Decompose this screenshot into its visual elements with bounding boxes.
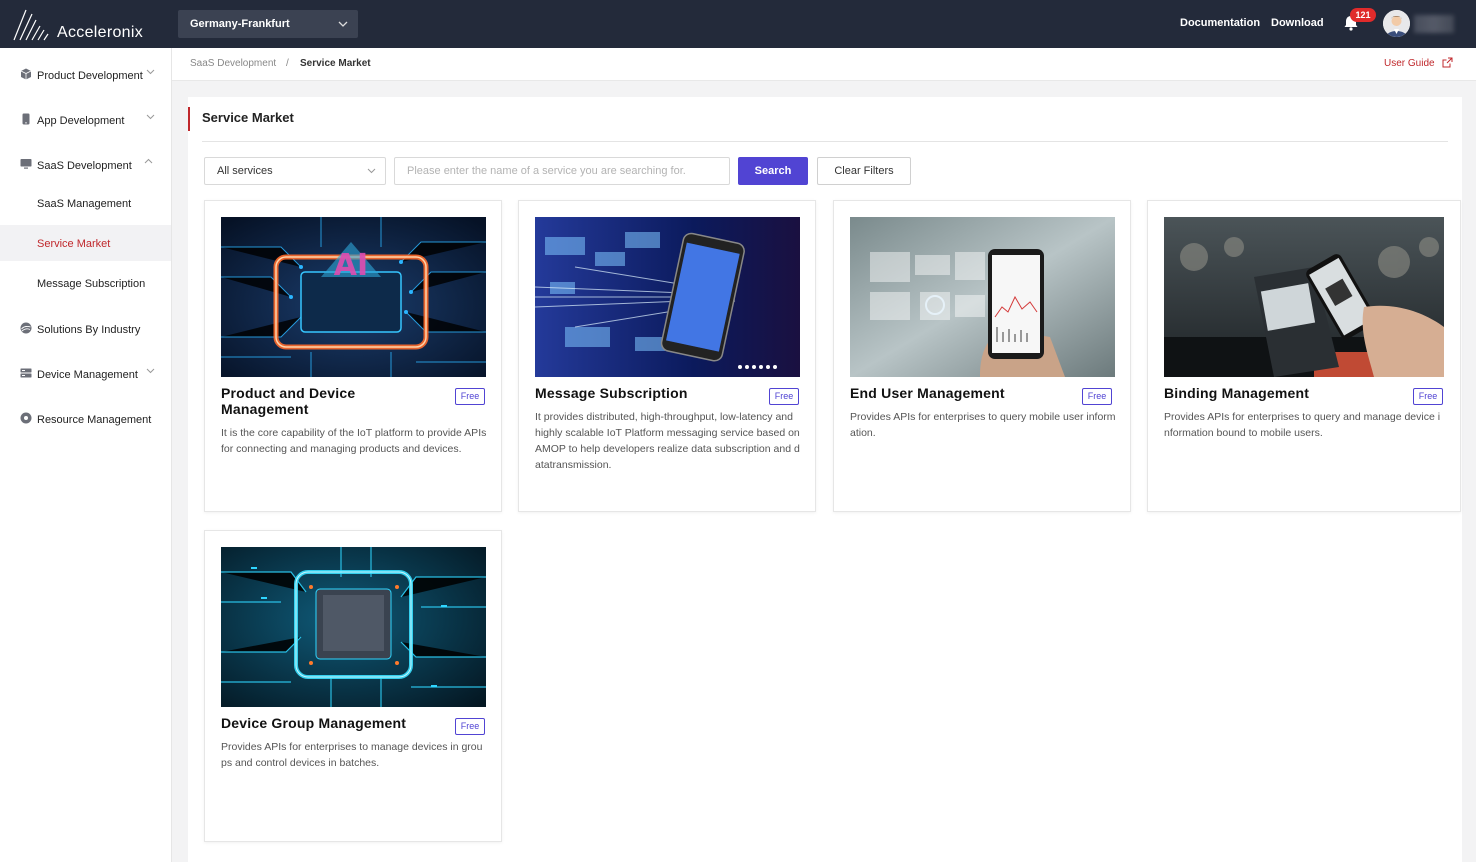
user-avatar-icon	[1383, 10, 1410, 37]
chevron-down-icon	[146, 67, 155, 78]
gear-icon	[20, 412, 32, 424]
chevron-down-icon	[338, 10, 348, 50]
sidebar-item-product-development[interactable]: Product Development	[0, 53, 171, 93]
card-description: It provides distributed, high-throughput…	[535, 411, 800, 471]
breadcrumb-parent[interactable]: SaaS Development	[190, 58, 276, 69]
sidebar-item-label: Product Development	[37, 70, 143, 82]
service-card[interactable]: Message Subscription Free It provides di…	[518, 200, 816, 512]
free-badge: Free	[1413, 388, 1443, 405]
breadcrumb-separator: /	[286, 58, 289, 69]
notification-badge: 121	[1350, 8, 1376, 22]
sidebar-item-label: SaaS Development	[37, 160, 132, 172]
chevron-down-icon	[146, 366, 155, 377]
sidebar-item-device-management[interactable]: Device Management	[0, 352, 171, 392]
username-redacted	[1414, 15, 1454, 33]
card-title: Message Subscription	[535, 385, 688, 401]
sidebar-item-saas-development[interactable]: SaaS Development	[0, 143, 171, 183]
hand-phone-charts-image	[850, 217, 1115, 377]
sidebar-subitem-service-market[interactable]: Service Market	[0, 225, 171, 261]
chevron-up-icon	[144, 157, 153, 168]
chevron-down-icon	[146, 112, 155, 123]
phone-data-stream-image	[535, 217, 800, 377]
free-badge: Free	[1082, 388, 1112, 405]
page-title: Service Market	[202, 110, 294, 125]
card-description: It is the core capability of the IoT pla…	[221, 427, 487, 455]
layers-icon	[20, 322, 32, 334]
sidebar-item-label: Resource Management	[37, 414, 152, 426]
monitor-icon	[20, 159, 32, 169]
free-badge: Free	[455, 718, 485, 735]
cube-icon	[20, 68, 32, 80]
breadcrumb: SaaS Development / Service Market User G…	[172, 48, 1476, 81]
free-badge: Free	[769, 388, 799, 405]
user-guide-link[interactable]: User Guide	[1384, 58, 1435, 69]
sidebar-subitem-saas-management[interactable]: SaaS Management	[0, 185, 171, 221]
sidebar-item-app-development[interactable]: App Development	[0, 98, 171, 138]
sidebar-subitem-label: SaaS Management	[37, 198, 132, 210]
card-title: Binding Management	[1164, 385, 1310, 401]
sidebar-subitem-message-subscription[interactable]: Message Subscription	[0, 265, 171, 301]
region-label: Germany-Frankfurt	[190, 18, 290, 30]
sidebar-item-solutions-by-industry[interactable]: Solutions By Industry	[0, 307, 171, 347]
region-selector[interactable]: Germany-Frankfurt	[178, 10, 358, 38]
top-bar: Acceleronix Germany-Frankfurt Documentat…	[0, 0, 1476, 48]
brand-name: Acceleronix	[57, 24, 144, 41]
sidebar-item-resource-management[interactable]: Resource Management	[0, 397, 171, 437]
service-card[interactable]: Binding Management Free Provides APIs fo…	[1147, 200, 1461, 512]
phone-icon	[22, 113, 30, 125]
server-icon	[20, 368, 32, 378]
main-panel: Service Market All services Search Clear…	[188, 97, 1462, 862]
chevron-down-icon	[367, 158, 376, 194]
sidebar-item-label: Solutions By Industry	[37, 324, 141, 336]
search-input[interactable]	[394, 157, 730, 185]
documentation-link[interactable]: Documentation	[1180, 17, 1260, 29]
sidebar-subitem-label: Service Market	[37, 238, 111, 250]
card-description: Provides APIs for enterprises to query a…	[1164, 411, 1441, 439]
clear-filters-button[interactable]: Clear Filters	[817, 157, 911, 185]
card-title: End User Management	[850, 385, 1005, 401]
card-description: Provides APIs for enterprises to manage …	[221, 741, 483, 769]
download-link[interactable]: Download	[1271, 17, 1324, 29]
sidebar-subitem-label: Message Subscription	[37, 278, 146, 290]
phone-payment-terminal-image	[1164, 217, 1444, 377]
card-description: Provides APIs for enterprises to query m…	[850, 411, 1116, 439]
title-accent-bar	[188, 107, 190, 131]
service-card[interactable]: Device Group Management Free Provides AP…	[204, 530, 502, 842]
card-title: Device Group Management	[221, 715, 407, 731]
external-link-icon[interactable]	[1442, 57, 1453, 68]
service-card[interactable]: End User Management Free Provides APIs f…	[833, 200, 1131, 512]
service-filter-select[interactable]: All services	[204, 157, 386, 185]
free-badge: Free	[455, 388, 485, 405]
ai-chip-orange-image: AI	[221, 217, 486, 377]
svg-text:AI: AI	[334, 248, 368, 283]
service-filter-value: All services	[217, 165, 273, 177]
avatar[interactable]	[1383, 10, 1410, 37]
sidebar-item-label: App Development	[37, 115, 125, 127]
service-card[interactable]: AI Product and Device Management Free It…	[204, 200, 502, 512]
card-title: Product and Device Management	[221, 385, 356, 417]
sidebar: Product Development App Development SaaS…	[0, 48, 172, 862]
search-button[interactable]: Search	[738, 157, 808, 185]
breadcrumb-current: Service Market	[300, 58, 371, 69]
title-divider	[202, 141, 1448, 142]
sidebar-item-label: Device Management	[37, 369, 138, 381]
blue-chip-circuit-image	[221, 547, 486, 707]
